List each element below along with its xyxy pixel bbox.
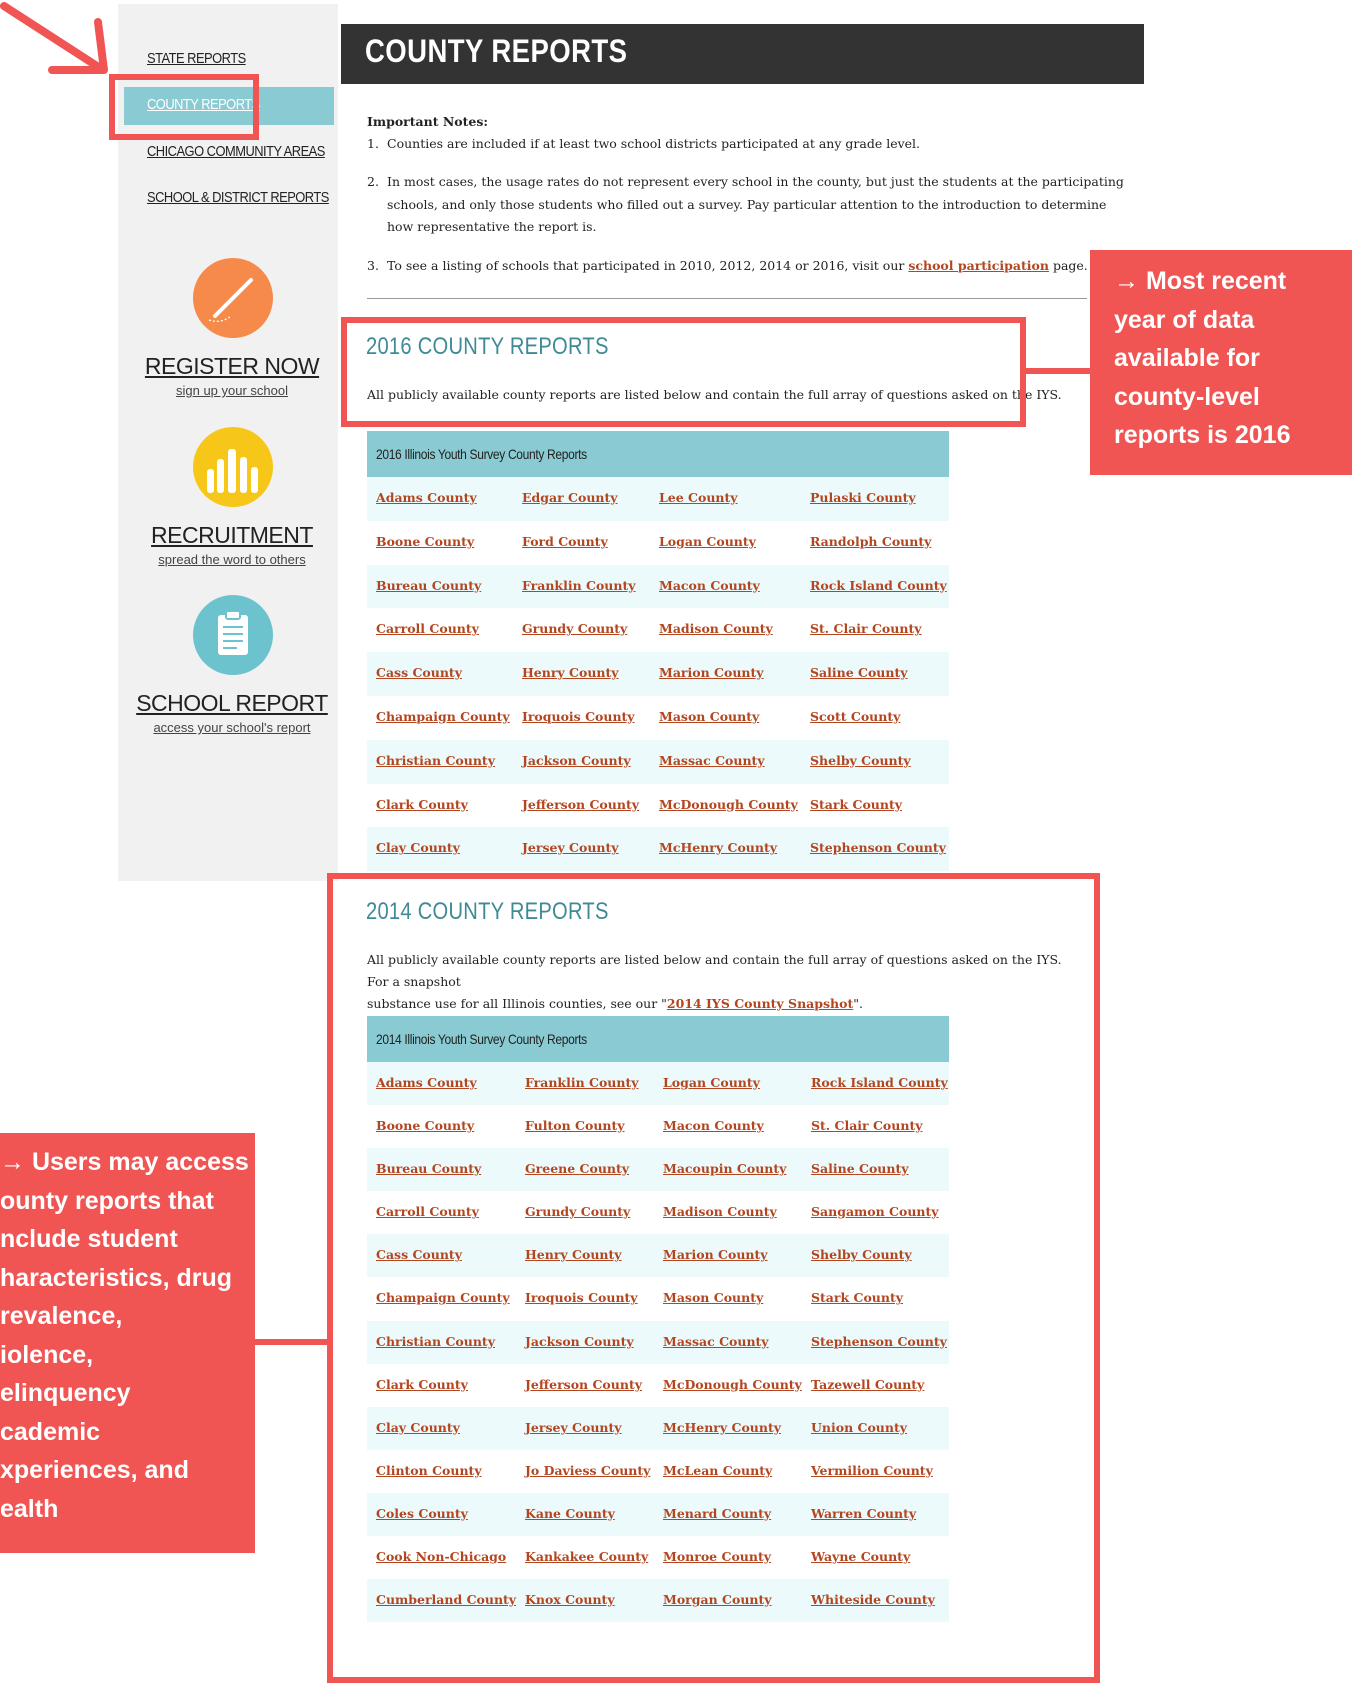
callout-line: haracteristics, drug [0,1263,233,1292]
page-title: COUNTY REPORTS [365,33,628,69]
county-report-link[interactable]: St. Clair County [810,621,922,636]
callout-line: year of data [1114,305,1255,334]
county-table-2016: 2016 Illinois Youth Survey County Report… [367,431,949,872]
county-report-link[interactable]: Jackson County [522,753,631,768]
county-report-link[interactable]: Randolph County [810,534,931,549]
county-report-link[interactable]: Jersey County [522,840,619,855]
table-row: Carroll County Grundy County Madison Count… [367,608,949,652]
school-report-link[interactable]: SCHOOL REPORT [132,690,332,717]
arrow-icon [0,2,108,74]
note-item-2: 2. In most cases, the usage rates do not … [367,174,1124,234]
callout-line: iolence, [0,1340,94,1369]
county-report-link[interactable]: Mason County [659,709,759,724]
county-report-link[interactable]: Macon County [659,578,760,593]
callout-line: elinquency [0,1379,131,1407]
note-text: Counties are included if at least two sc… [387,136,921,151]
connector-line [1026,368,1092,374]
county-report-link[interactable]: Cass County [376,665,462,680]
county-report-link[interactable]: Madison County [659,621,773,636]
callout-line: available for [1114,344,1260,372]
county-report-link[interactable]: Marion County [659,665,764,680]
raised-hands-icon[interactable] [193,427,273,507]
pencil-icon[interactable] [193,258,273,338]
county-report-link[interactable]: Bureau County [376,578,481,593]
note-text: To see a listing of schools that partici… [387,258,905,273]
county-report-link[interactable]: Christian County [376,753,495,768]
county-report-link[interactable]: Pulaski County [810,490,916,505]
clipboard-icon[interactable] [193,595,273,675]
table-row: Christian County Jackson County Massac Cou… [367,739,949,784]
callout-line: reports is 2016 [1114,421,1291,449]
county-report-link[interactable]: Champaign County [376,709,510,724]
highlight-2014-section [327,873,1100,1683]
county-report-link[interactable]: Clay County [376,840,460,855]
table-row: Boone County Ford County Logan County Rando… [367,521,949,565]
notes-heading: Important Notes: [367,114,488,129]
table-title: 2016 Illinois Youth Survey County Report… [376,446,587,462]
callout-line: → Most recent [1114,267,1287,295]
county-report-link[interactable]: Franklin County [522,578,636,593]
connector-line [255,1339,330,1345]
table-row: Clark County Jefferson County McDonough Co… [367,784,949,828]
recruitment-link[interactable]: RECRUITMENT [132,522,332,549]
county-report-link[interactable]: Shelby County [810,753,911,768]
county-report-link[interactable]: Lee County [659,490,738,505]
table-row: Cass County Henry County Marion County Sali… [367,652,949,696]
table-row: Champaign County Iroquois County Mason Cou… [367,696,949,740]
county-report-link[interactable]: Logan County [659,534,756,549]
nav-school-district-reports[interactable]: SCHOOL & DISTRICT REPORTS [147,189,329,206]
highlight-2016-section [341,317,1026,427]
callout-line: xperiences, and [0,1456,189,1484]
callout-line: revalence, [0,1302,123,1330]
county-report-link[interactable]: McHenry County [659,840,777,855]
school-participation-link[interactable]: school participation [908,258,1049,273]
register-now-link[interactable]: REGISTER NOW [132,353,332,380]
recruitment-subtitle[interactable]: spread the word to others [132,552,332,567]
nav-chicago-community-areas[interactable]: CHICAGO COMMUNITY AREAS [147,143,325,160]
nav-state-reports[interactable]: STATE REPORTS [147,50,246,67]
table-row: Adams County Edgar County Lee County Pulask… [367,477,949,521]
county-report-link[interactable]: Jefferson County [522,797,639,812]
note-text: page. [1052,258,1088,273]
county-report-link[interactable]: Adams County [376,490,477,505]
county-report-link[interactable]: Scott County [810,709,900,724]
note-item-1: 1. Counties are included if at least two … [367,136,921,151]
callout-line: → Users may access [0,1148,249,1176]
county-report-link[interactable]: Massac County [659,753,765,768]
county-report-link[interactable]: Boone County [376,534,474,549]
callout-line: nclude student [0,1225,178,1253]
annotation-callout-right: → Most recent year of data available for co… [1090,250,1352,475]
county-report-link[interactable]: Edgar County [522,490,618,505]
callout-line: ounty reports that [0,1186,214,1215]
county-report-link[interactable]: Iroquois County [522,709,635,724]
county-report-link[interactable]: Stark County [810,797,902,812]
county-report-link[interactable]: Rock Island County [810,578,947,593]
county-report-link[interactable]: Ford County [522,534,608,549]
county-report-link[interactable]: Stephenson County [810,840,946,855]
annotation-callout-left: → Users may access ounty reports that nclu… [0,1133,255,1553]
note-text: In most cases, the usage rates do not re… [387,174,1124,234]
table-row: Bureau County Franklin County Macon County… [367,564,949,609]
callout-line: ealth [0,1494,59,1523]
county-report-link[interactable]: Clark County [376,797,468,812]
table-body: Adams County Edgar County Lee County Pulask… [367,477,949,872]
county-report-link[interactable]: McDonough County [659,797,798,812]
school-report-subtitle[interactable]: access your school's report [132,720,332,735]
highlight-county-reports-nav [109,74,259,140]
county-report-link[interactable]: Henry County [522,665,619,680]
county-report-link[interactable]: Saline County [810,665,908,680]
county-report-link[interactable]: Grundy County [522,621,627,636]
table-row: Clay County Jersey County McHenry County St… [367,827,949,872]
table-header: 2016 Illinois Youth Survey County Report… [367,431,949,477]
callout-line: county-level [1114,382,1260,411]
divider [367,298,1087,299]
note-item-3: 3. To see a listing of schools that parti… [367,258,1088,273]
county-report-link[interactable]: Carroll County [376,621,479,636]
register-now-subtitle[interactable]: sign up your school [132,383,332,398]
callout-line: cademic [0,1417,101,1446]
